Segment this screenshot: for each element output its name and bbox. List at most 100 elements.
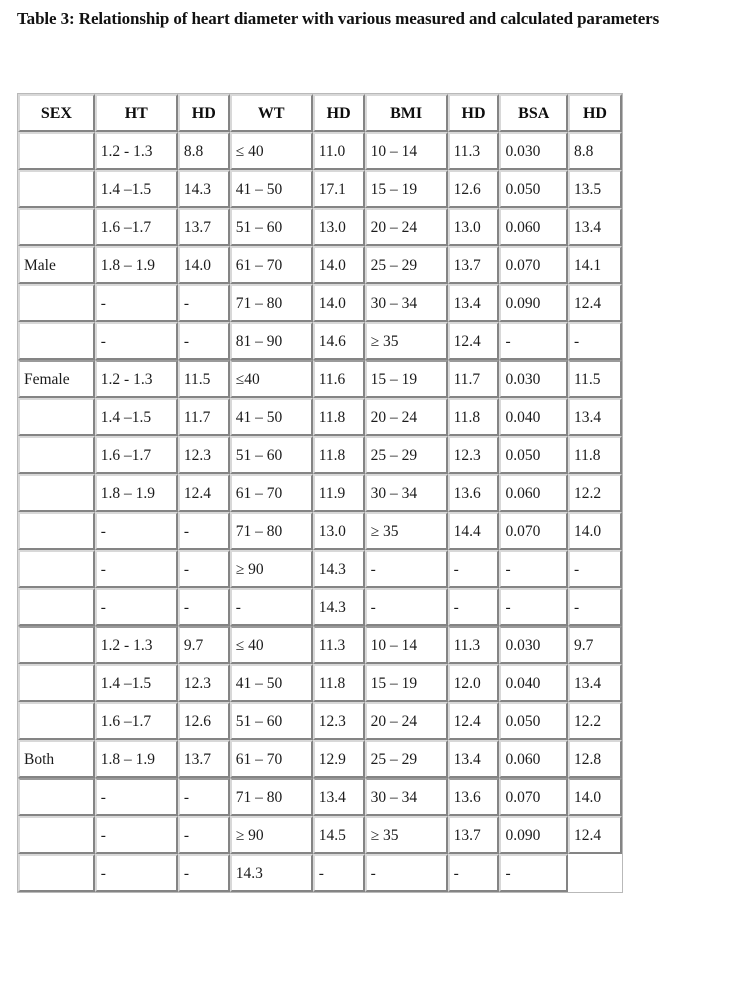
table-cell [18, 322, 95, 360]
table-cell: 71 – 80 [229, 512, 313, 550]
table-cell: 41 – 50 [229, 664, 313, 702]
table-cell: 1.6 –1.7 [94, 436, 178, 474]
table-cell: 11.8 [312, 398, 365, 436]
table-cell: 14.0 [567, 512, 622, 550]
table-cell: 0.050 [499, 170, 568, 208]
table-cell: 14.3 [312, 588, 365, 626]
table-cell: - [567, 588, 622, 626]
table-cell: - [177, 588, 230, 626]
table-cell: - [177, 778, 230, 816]
table-cell: - [177, 284, 230, 322]
table-cell [18, 170, 95, 208]
table-cell [18, 436, 95, 474]
table-row: Male 1.8 – 1.9 14.0 61 – 70 14.0 25 – 29 13.7 0… [18, 246, 622, 284]
table-cell [18, 626, 95, 664]
table-cell: 14.1 [567, 246, 622, 284]
table-cell: - [177, 854, 230, 892]
table-cell [18, 588, 95, 626]
table-cell: 1.6 –1.7 [94, 702, 178, 740]
table-cell: - [94, 322, 178, 360]
table-cell: 81 – 90 [229, 322, 313, 360]
table-cell: - [177, 322, 230, 360]
table-cell: 9.7 [177, 626, 230, 664]
table-cell: 0.070 [499, 246, 568, 284]
column-header-8: HD [567, 94, 622, 132]
table-cell: 11.5 [567, 360, 622, 398]
table-cell: 13.0 [447, 208, 500, 246]
column-header-6: HD [447, 94, 500, 132]
table-cell: 10 – 14 [364, 132, 448, 170]
table-cell: ≥ 35 [364, 816, 448, 854]
table-row: - - ≥ 90 14.5 ≥ 35 13.7 0.090 12.4 [18, 816, 622, 854]
table-cell: - [177, 816, 230, 854]
table-cell: 8.8 [567, 132, 622, 170]
table-row: - -71 – 80 13.4 30 – 34 13.6 0.070 14.0 [18, 778, 622, 816]
table-cell: 1.4 –1.5 [94, 664, 178, 702]
table-cell: 13.7 [447, 246, 500, 284]
column-header-2: HD [177, 94, 230, 132]
table-cell: - [364, 588, 448, 626]
table-cell: 51 – 60 [229, 208, 313, 246]
table-cell: 14.0 [177, 246, 230, 284]
table-group-both: 1.2 - 1.3 9.7 ≤ 40 11.3 10 – 14 11.3 0.030 9.7 1… [18, 626, 622, 778]
table-row: Female 1.2 - 1.3 11.5 ≤40 11.6 15 – 19 11.7 0.0… [18, 360, 622, 398]
table-cell: 12.3 [447, 436, 500, 474]
table-cell: 12.3 [177, 664, 230, 702]
table-cell: 0.090 [499, 284, 568, 322]
table-cell: 51 – 60 [229, 702, 313, 740]
table-row: - - ≥ 90 14.3- - - - [18, 550, 622, 588]
table-cell [18, 132, 95, 170]
table-cell: 14.3 [177, 170, 230, 208]
table-cell: 12.8 [567, 740, 622, 778]
table-cell: - [312, 854, 365, 892]
table-row: 1.2 - 1.3 8.8 ≤ 40 11.0 10 – 14 11.3 0.030 8.8 [18, 132, 622, 170]
table-cell: 11.7 [177, 398, 230, 436]
table-cell: 12.6 [447, 170, 500, 208]
table-cell: 12.6 [177, 702, 230, 740]
table-cell: 11.3 [447, 132, 500, 170]
table-cell [18, 664, 95, 702]
table-cell: 1.8 – 1.9 [94, 474, 178, 512]
table-cell: 0.030 [499, 360, 568, 398]
table-cell: 1.4 –1.5 [94, 398, 178, 436]
table-cell [18, 208, 95, 246]
page-root: Table 3: Relationship of heart diameter … [0, 0, 748, 990]
table-cell: 11.8 [312, 436, 365, 474]
table-cell: 0.070 [499, 512, 568, 550]
table-cell: - [94, 550, 178, 588]
table-cell: 12.9 [312, 740, 365, 778]
table-cell: - [499, 588, 568, 626]
table-cell: 11.8 [567, 436, 622, 474]
table-cell: 11.6 [312, 360, 365, 398]
table-row: 1.6 –1.7 12.6 51 – 60 12.3 20 – 24 12.4 0.050 1… [18, 702, 622, 740]
table-cell: 0.040 [499, 664, 568, 702]
table-cell: - [94, 588, 178, 626]
table-row: 1.2 - 1.3 9.7 ≤ 40 11.3 10 – 14 11.3 0.030 9.7 [18, 626, 622, 664]
table-cell: Both [18, 740, 95, 778]
table-cell: 13.6 [447, 474, 500, 512]
table-cell: 0.030 [499, 132, 568, 170]
table-cell: 11.9 [312, 474, 365, 512]
table-cell: 0.050 [499, 702, 568, 740]
table-cell: 41 – 50 [229, 398, 313, 436]
table-cell: 0.060 [499, 740, 568, 778]
column-header-3: WT [229, 94, 313, 132]
table-row: 1.6 –1.7 12.3 51 – 60 11.8 25 – 29 12.3 0.050 1… [18, 436, 622, 474]
table-cell: - [94, 284, 178, 322]
table-cell: 11.7 [447, 360, 500, 398]
table-cell: 0.070 [499, 778, 568, 816]
table-cell [18, 474, 95, 512]
table-cell: 11.3 [447, 626, 500, 664]
table-cell: 1.6 –1.7 [94, 208, 178, 246]
table-cell: 8.8 [177, 132, 230, 170]
table-cell [18, 702, 95, 740]
table-cell: ≥ 90 [229, 816, 313, 854]
table-cell: - [94, 512, 178, 550]
table-cell: 61 – 70 [229, 246, 313, 284]
table-group-both-cont: - -71 – 80 13.4 30 – 34 13.6 0.070 14.0- - ≥ 90 1… [18, 778, 622, 892]
column-header-5: BMI [364, 94, 448, 132]
heart-diameter-table: SEX HT HD WT HD BMI HD BSA HD 1.2 - 1.3 8.8 ≤ 40 11… [17, 93, 623, 893]
table-cell: - [94, 778, 178, 816]
table-cell: - [94, 854, 178, 892]
table-cell: 12.3 [177, 436, 230, 474]
